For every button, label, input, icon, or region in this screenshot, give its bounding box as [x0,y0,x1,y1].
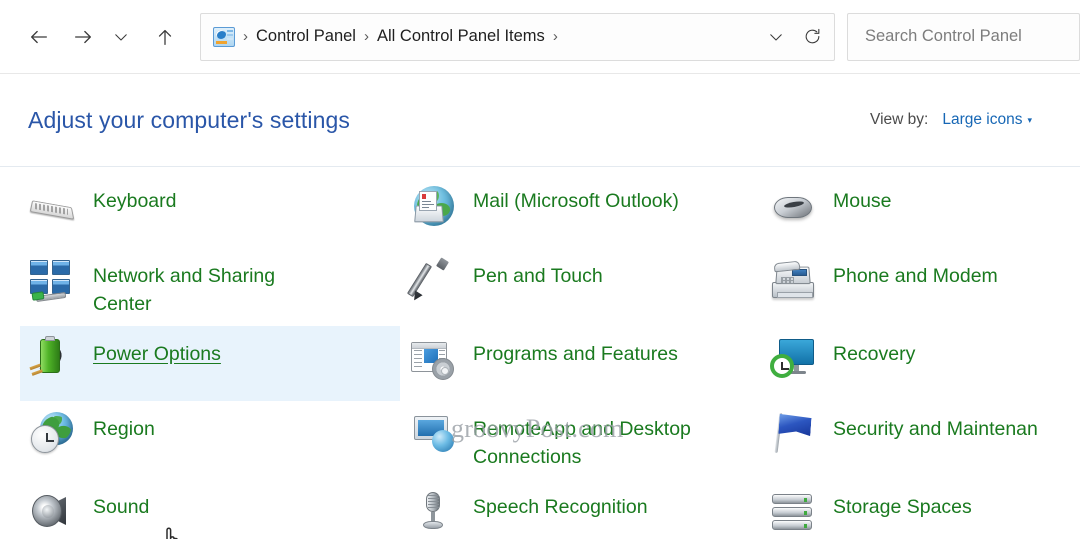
breadcrumb-control-panel[interactable]: Control Panel [256,27,356,46]
search-placeholder: Search Control Panel [865,27,1022,45]
mouse-cursor-hand-icon [155,525,189,539]
storage-spaces-icon [770,489,816,535]
breadcrumb-separator-2: › [363,28,369,45]
pen-icon [406,257,456,304]
cp-item-security-and-maintenance[interactable]: Security and Maintenan [760,401,1080,479]
cp-item-power-options[interactable]: Power Options [20,326,400,401]
cp-item-label: Sound [93,496,150,518]
chevron-down-icon[interactable] [758,17,794,57]
refresh-icon[interactable] [794,17,830,57]
page-title: Adjust your computer's settings [28,106,350,133]
navigation-toolbar: › Control Panel › All Control Panel Item… [0,0,1080,74]
chevron-down-icon[interactable]: ▾ [1027,115,1032,126]
mouse-icon [770,183,816,229]
cp-item-label: Mail (Microsoft Outlook) [473,190,679,212]
breadcrumb-all-control-panel-items[interactable]: All Control Panel Items [377,27,545,46]
cp-item-label: Region [93,418,155,440]
cp-item-phone-and-modem[interactable]: Phone and Modem [760,248,1080,326]
security-flag-icon [770,411,816,457]
remoteapp-icon [410,411,456,457]
cp-item-label: Keyboard [93,190,177,212]
up-one-level-button[interactable] [144,16,186,58]
cp-item-label: Power Options [93,343,221,365]
cp-item-keyboard[interactable]: Keyboard [20,173,400,248]
forward-button[interactable] [62,16,104,58]
cp-item-programs-and-features[interactable]: Programs and Features [400,326,760,401]
cp-item-label: Security and Maintenan [833,418,1038,440]
cp-item-speech-recognition[interactable]: Speech Recognition [400,479,760,539]
cp-item-label: Programs and Features [473,343,678,365]
cp-item-mouse[interactable]: Mouse [760,173,1080,248]
speech-mic-icon [410,489,456,535]
view-by-value[interactable]: Large icons [942,111,1022,129]
cp-item-label: Network and Sharing Center [93,265,276,315]
page-header: Adjust your computer's settings View by:… [0,74,1080,167]
cp-item-pen-and-touch[interactable]: Pen and Touch [400,248,760,326]
phone-modem-icon [770,258,816,304]
breadcrumb-separator-1: › [243,28,248,45]
view-by-control[interactable]: View by: Large icons ▾ [870,111,1058,129]
sound-icon [30,489,76,535]
cp-item-storage-spaces[interactable]: Storage Spaces [760,479,1080,539]
mail-icon [410,183,456,229]
region-icon [30,411,76,457]
cp-item-sound[interactable]: Sound [20,479,400,539]
cp-item-region[interactable]: Region [20,401,400,479]
control-panel-items-area: Keyboard Mail (Microsoft Outlook) Mouse … [0,167,1080,539]
cp-item-recovery[interactable]: Recovery [760,326,1080,401]
keyboard-icon [29,183,76,229]
cp-item-label: Speech Recognition [473,496,648,518]
address-bar[interactable]: › Control Panel › All Control Panel Item… [200,12,835,61]
cp-item-network-and-sharing-center[interactable]: Network and Sharing Center [20,248,400,326]
programs-features-icon [410,336,456,382]
cp-item-mail[interactable]: Mail (Microsoft Outlook) [400,173,760,248]
power-options-icon [28,336,76,382]
cp-item-label: Recovery [833,343,916,365]
search-input[interactable]: Search Control Panel [847,12,1080,61]
recovery-icon [770,336,816,382]
recent-locations-button[interactable] [104,16,138,58]
back-button[interactable] [18,16,60,58]
breadcrumb-separator-3: › [552,28,558,45]
watermark: groovyPost.com [451,414,624,443]
items-grid: Keyboard Mail (Microsoft Outlook) Mouse … [0,173,1080,539]
cp-item-label: Mouse [833,190,892,212]
cp-item-label: Pen and Touch [473,265,603,287]
cp-item-label: Storage Spaces [833,496,972,518]
cp-item-label: Phone and Modem [833,265,998,287]
view-by-label: View by: [870,111,929,128]
control-panel-icon [213,26,235,47]
network-icon [30,258,76,304]
